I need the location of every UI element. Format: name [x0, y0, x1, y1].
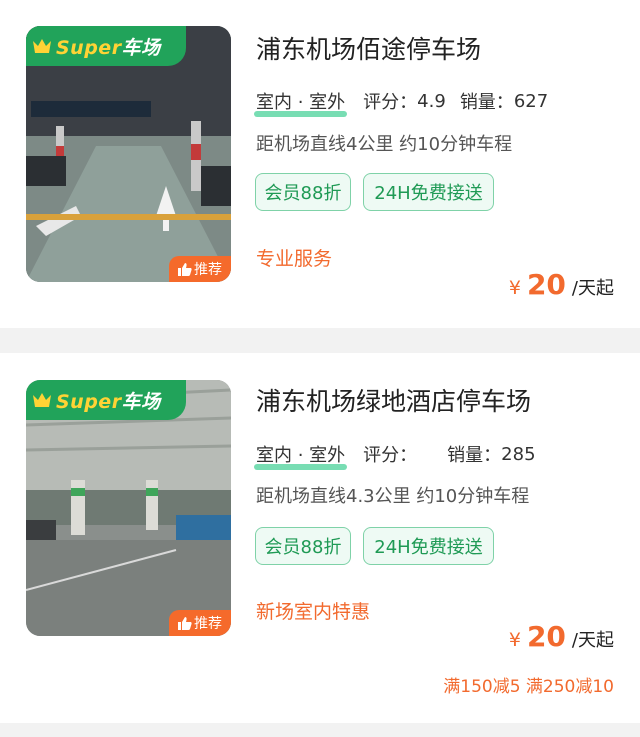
super-parking-badge: Super车场 [26, 26, 186, 66]
price-unit: /天起 [571, 278, 614, 299]
super-parking-badge: Super车场 [26, 380, 186, 420]
sales-value: 285 [501, 443, 536, 465]
thumbs-up-icon [178, 617, 192, 630]
parking-meta: 室内 · 室外 评分： 4.9 销量： 627 [254, 88, 549, 117]
member-discount-tag: 会员88折 [255, 173, 351, 211]
free-shuttle-tag: 24H免费接送 [363, 527, 494, 565]
price-value: 20 [526, 268, 566, 301]
currency-symbol: ¥ [508, 277, 521, 299]
parking-meta: 室内 · 室外 评分： 销量： 285 [254, 441, 536, 470]
currency-symbol: ¥ [508, 629, 521, 651]
rating-label: 评分： [363, 92, 418, 113]
recommend-label: 推荐 [194, 262, 222, 278]
sales-value: 627 [513, 90, 549, 112]
parking-name[interactable]: 浦东机场佰途停车场 [256, 30, 481, 66]
badge-suffix: 车场 [121, 36, 161, 59]
recommend-badge: 推荐 [169, 256, 231, 282]
parking-photo[interactable]: Super车场 推荐 [26, 380, 231, 636]
parking-name[interactable]: 浦东机场绿地酒店停车场 [256, 382, 531, 418]
crown-icon [33, 39, 51, 53]
recommend-badge: 推荐 [169, 610, 231, 636]
parking-photo[interactable]: Super车场 推荐 [26, 26, 231, 282]
price-value: 20 [526, 620, 566, 653]
feature-text: 新场室内特惠 [256, 601, 371, 623]
feature-text: 专业服务 [256, 248, 333, 270]
badge-prefix: Super [56, 36, 122, 59]
recommend-label: 推荐 [194, 616, 222, 632]
price-unit: /天起 [571, 630, 614, 651]
rating-value: 4.9 [417, 90, 446, 112]
location-type: 室内 · 室外 [254, 88, 348, 117]
crown-icon [33, 393, 51, 407]
badge-prefix: Super [56, 390, 122, 413]
thumbs-up-icon [178, 263, 192, 276]
distance-text: 距机场直线4公里 约10分钟车程 [256, 134, 513, 155]
price: ¥ 20 /天起 [509, 268, 614, 301]
parking-card[interactable]: Super车场 推荐 浦东机场佰途停车场 室内 · 室外 评分： 4.9 销量：… [0, 0, 640, 328]
distance-text: 距机场直线4.3公里 约10分钟车程 [256, 486, 530, 507]
rating-label: 评分： [363, 445, 418, 466]
free-shuttle-tag: 24H免费接送 [363, 173, 494, 211]
member-discount-tag: 会员88折 [255, 527, 351, 565]
parking-card-content[interactable]: Super车场 推荐 浦东机场绿地酒店停车场 室内 · 室外 评分： 销量： 2… [0, 353, 640, 723]
location-type: 室内 · 室外 [254, 441, 348, 470]
price: ¥ 20 /天起 [509, 620, 614, 653]
sales-label: 销量： [459, 92, 514, 113]
badge-suffix: 车场 [121, 390, 161, 413]
sales-label: 销量： [447, 445, 502, 466]
promo-text: 满150减5 满250减10 [443, 677, 614, 697]
